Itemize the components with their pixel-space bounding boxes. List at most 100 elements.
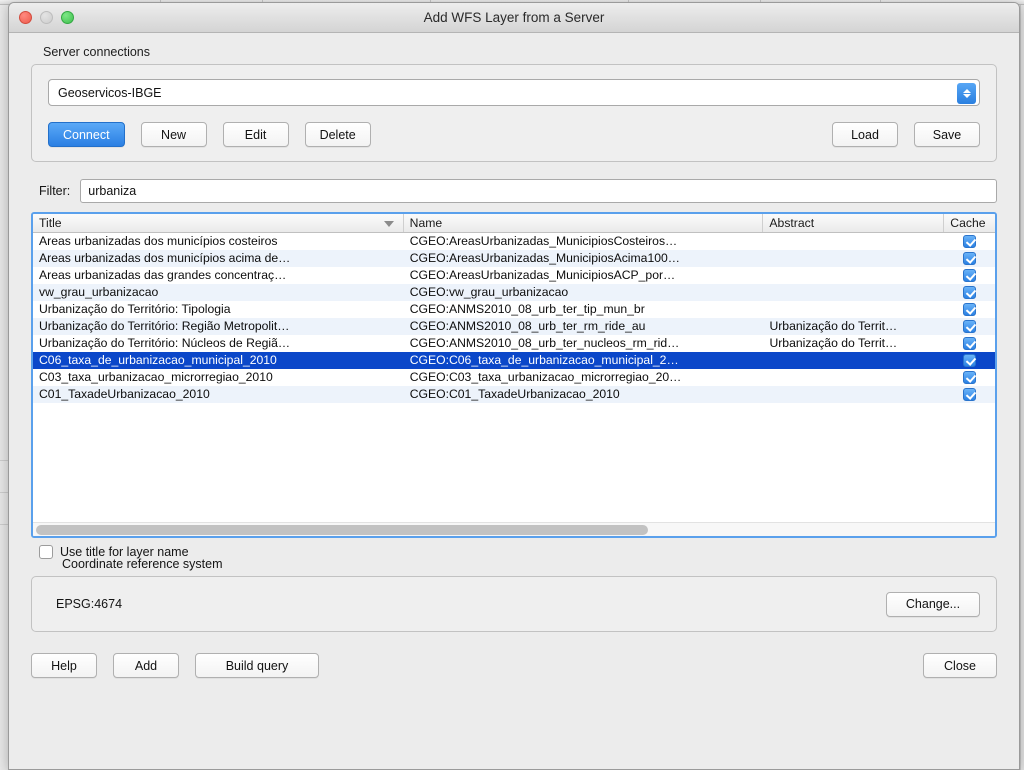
cell-title: vw_grau_urbanizacao	[39, 285, 159, 299]
checkmark-icon[interactable]	[963, 354, 977, 367]
column-header-name[interactable]: Name	[404, 214, 764, 232]
table-row[interactable]: Urbanização do Território: Tipologia CGEO…	[33, 301, 995, 318]
dialog-footer: Help Add Build query Close	[31, 653, 997, 678]
checkmark-icon[interactable]	[963, 269, 977, 282]
save-connections-button[interactable]: Save	[914, 122, 980, 147]
maximize-window-button[interactable]	[61, 11, 74, 24]
delete-connection-button[interactable]: Delete	[304, 122, 371, 147]
crs-value: EPSG:4674	[56, 597, 123, 611]
table-row[interactable]: C06_taxa_de_urbanizacao_municipal_2010 CG…	[33, 352, 995, 369]
cell-name: CGEO:AreasUrbanizadas_MunicipiosACP_por…	[409, 268, 676, 282]
window-controls	[19, 11, 74, 24]
cell-cache[interactable]	[944, 320, 995, 333]
load-connections-button[interactable]: Load	[832, 122, 898, 147]
table-row[interactable]: Urbanização do Território: Região Metrop…	[33, 318, 995, 335]
cell-title: Urbanização do Território: Região Metrop…	[39, 319, 290, 333]
horizontal-scrollbar-thumb[interactable]	[36, 525, 648, 535]
add-button[interactable]: Add	[113, 653, 179, 678]
table-row[interactable]: Urbanização do Território: Núcleos de Re…	[33, 335, 995, 352]
column-header-name-label: Name	[409, 216, 443, 230]
cell-title: Areas urbanizadas dos municípios costeir…	[39, 234, 278, 248]
table-row[interactable]: vw_grau_urbanizacao CGEO:vw_grau_urbaniza…	[33, 284, 995, 301]
table-row[interactable]: Areas urbanizadas dos municípios costeir…	[33, 233, 995, 250]
cell-title: C06_taxa_de_urbanizacao_municipal_2010	[39, 353, 277, 367]
checkmark-icon[interactable]	[963, 337, 977, 350]
table-row[interactable]: C03_taxa_urbanizacao_microrregiao_2010 CG…	[33, 369, 995, 386]
filter-input[interactable]	[80, 179, 997, 203]
table-row[interactable]: Areas urbanizadas das grandes concentraç…	[33, 267, 995, 284]
cell-cache[interactable]	[944, 235, 995, 248]
use-title-for-layer-name-checkbox[interactable]	[39, 545, 53, 559]
cell-title: Urbanização do Território: Núcleos de Re…	[39, 336, 291, 350]
crs-section-label: Coordinate reference system	[62, 557, 223, 571]
crs-group: EPSG:4674 Change...	[31, 576, 997, 632]
cell-title: C01_TaxadeUrbanizacao_2010	[39, 387, 210, 401]
table-row[interactable]: Areas urbanizadas dos municípios acima d…	[33, 250, 995, 267]
cell-cache[interactable]	[944, 252, 995, 265]
close-window-button[interactable]	[19, 11, 32, 24]
cell-name: CGEO:AreasUrbanizadas_MunicipiosAcima100…	[409, 251, 680, 265]
filter-label: Filter:	[39, 184, 71, 198]
dialog-title: Add WFS Layer from a Server	[423, 10, 605, 25]
new-connection-button[interactable]: New	[140, 122, 207, 147]
layers-table[interactable]: Title Name Abstract Cache Areas urbaniza…	[31, 212, 997, 538]
checkmark-icon[interactable]	[963, 235, 977, 248]
help-button[interactable]: Help	[31, 653, 97, 678]
checkmark-icon[interactable]	[963, 388, 977, 401]
cell-title: Urbanização do Território: Tipologia	[39, 302, 231, 316]
server-connections-label: Server connections	[43, 45, 151, 59]
cell-title: C03_taxa_urbanizacao_microrregiao_2010	[39, 370, 273, 384]
change-crs-button[interactable]: Change...	[886, 591, 980, 617]
cell-name: CGEO:AreasUrbanizadas_MunicipiosCosteiro…	[409, 234, 678, 248]
cell-name: CGEO:ANMS2010_08_urb_ter_rm_ride_au	[409, 319, 646, 333]
cell-cache[interactable]	[944, 371, 995, 384]
cell-abstract: Urbanização do Territ…	[769, 319, 898, 333]
column-header-title[interactable]: Title	[33, 214, 404, 232]
cell-cache[interactable]	[944, 303, 995, 316]
filter-row: Filter:	[31, 179, 997, 203]
column-header-abstract-label: Abstract	[769, 216, 815, 230]
minimize-window-button[interactable]	[40, 11, 53, 24]
cell-name: CGEO:C01_TaxadeUrbanizacao_2010	[409, 387, 620, 401]
checkmark-icon[interactable]	[963, 303, 977, 316]
build-query-button[interactable]: Build query	[195, 653, 319, 678]
horizontal-scrollbar[interactable]	[33, 522, 995, 536]
close-button[interactable]: Close	[923, 653, 997, 678]
dialog-titlebar: Add WFS Layer from a Server	[9, 3, 1019, 33]
chevron-up-down-icon[interactable]	[957, 83, 976, 104]
layers-table-body: Areas urbanizadas dos municípios costeir…	[33, 233, 995, 403]
background-window-right-edge	[1020, 5, 1024, 770]
table-row[interactable]: C01_TaxadeUrbanizacao_2010 CGEO:C01_Taxad…	[33, 386, 995, 403]
cell-name: CGEO:C03_taxa_urbanizacao_microrregiao_2…	[409, 370, 682, 384]
cell-name: CGEO:ANMS2010_08_urb_ter_nucleos_rm_rid…	[409, 336, 680, 350]
checkmark-icon[interactable]	[963, 320, 977, 333]
cell-cache[interactable]	[944, 337, 995, 350]
cell-cache[interactable]	[944, 354, 995, 367]
cell-name: CGEO:ANMS2010_08_urb_ter_tip_mun_br	[409, 302, 645, 316]
column-header-title-label: Title	[39, 216, 62, 230]
layers-table-header: Title Name Abstract Cache	[33, 214, 995, 233]
sort-descending-icon	[383, 221, 394, 227]
column-header-cache[interactable]: Cache	[944, 214, 995, 232]
checkmark-icon[interactable]	[963, 286, 977, 299]
cell-title: Areas urbanizadas das grandes concentraç…	[39, 268, 287, 282]
cell-cache[interactable]	[944, 286, 995, 299]
checkmark-icon[interactable]	[963, 252, 977, 265]
cell-name: CGEO:vw_grau_urbanizacao	[409, 285, 569, 299]
cell-name: CGEO:C06_taxa_de_urbanizacao_municipal_2…	[409, 353, 679, 367]
connection-combobox[interactable]: Geoservicos-IBGE	[48, 79, 980, 106]
cell-abstract: Urbanização do Territ…	[769, 336, 898, 350]
dialog-body: Server connections Geoservicos-IBGE Conn…	[9, 45, 1019, 769]
connection-selected-value: Geoservicos-IBGE	[58, 85, 162, 100]
connect-button[interactable]: Connect	[48, 122, 125, 147]
cell-title: Areas urbanizadas dos municípios acima d…	[39, 251, 291, 265]
cell-cache[interactable]	[944, 269, 995, 282]
checkmark-icon[interactable]	[963, 371, 977, 384]
column-header-abstract[interactable]: Abstract	[763, 214, 945, 232]
add-wfs-layer-dialog: Add WFS Layer from a Server Server conne…	[8, 2, 1020, 770]
column-header-cache-label: Cache	[950, 216, 986, 230]
connection-buttons-row: Connect New Edit Delete Load Save	[48, 122, 980, 147]
server-connections-group: Geoservicos-IBGE Connect New Edit Delete…	[31, 64, 997, 162]
edit-connection-button[interactable]: Edit	[222, 122, 289, 147]
cell-cache[interactable]	[944, 388, 995, 401]
